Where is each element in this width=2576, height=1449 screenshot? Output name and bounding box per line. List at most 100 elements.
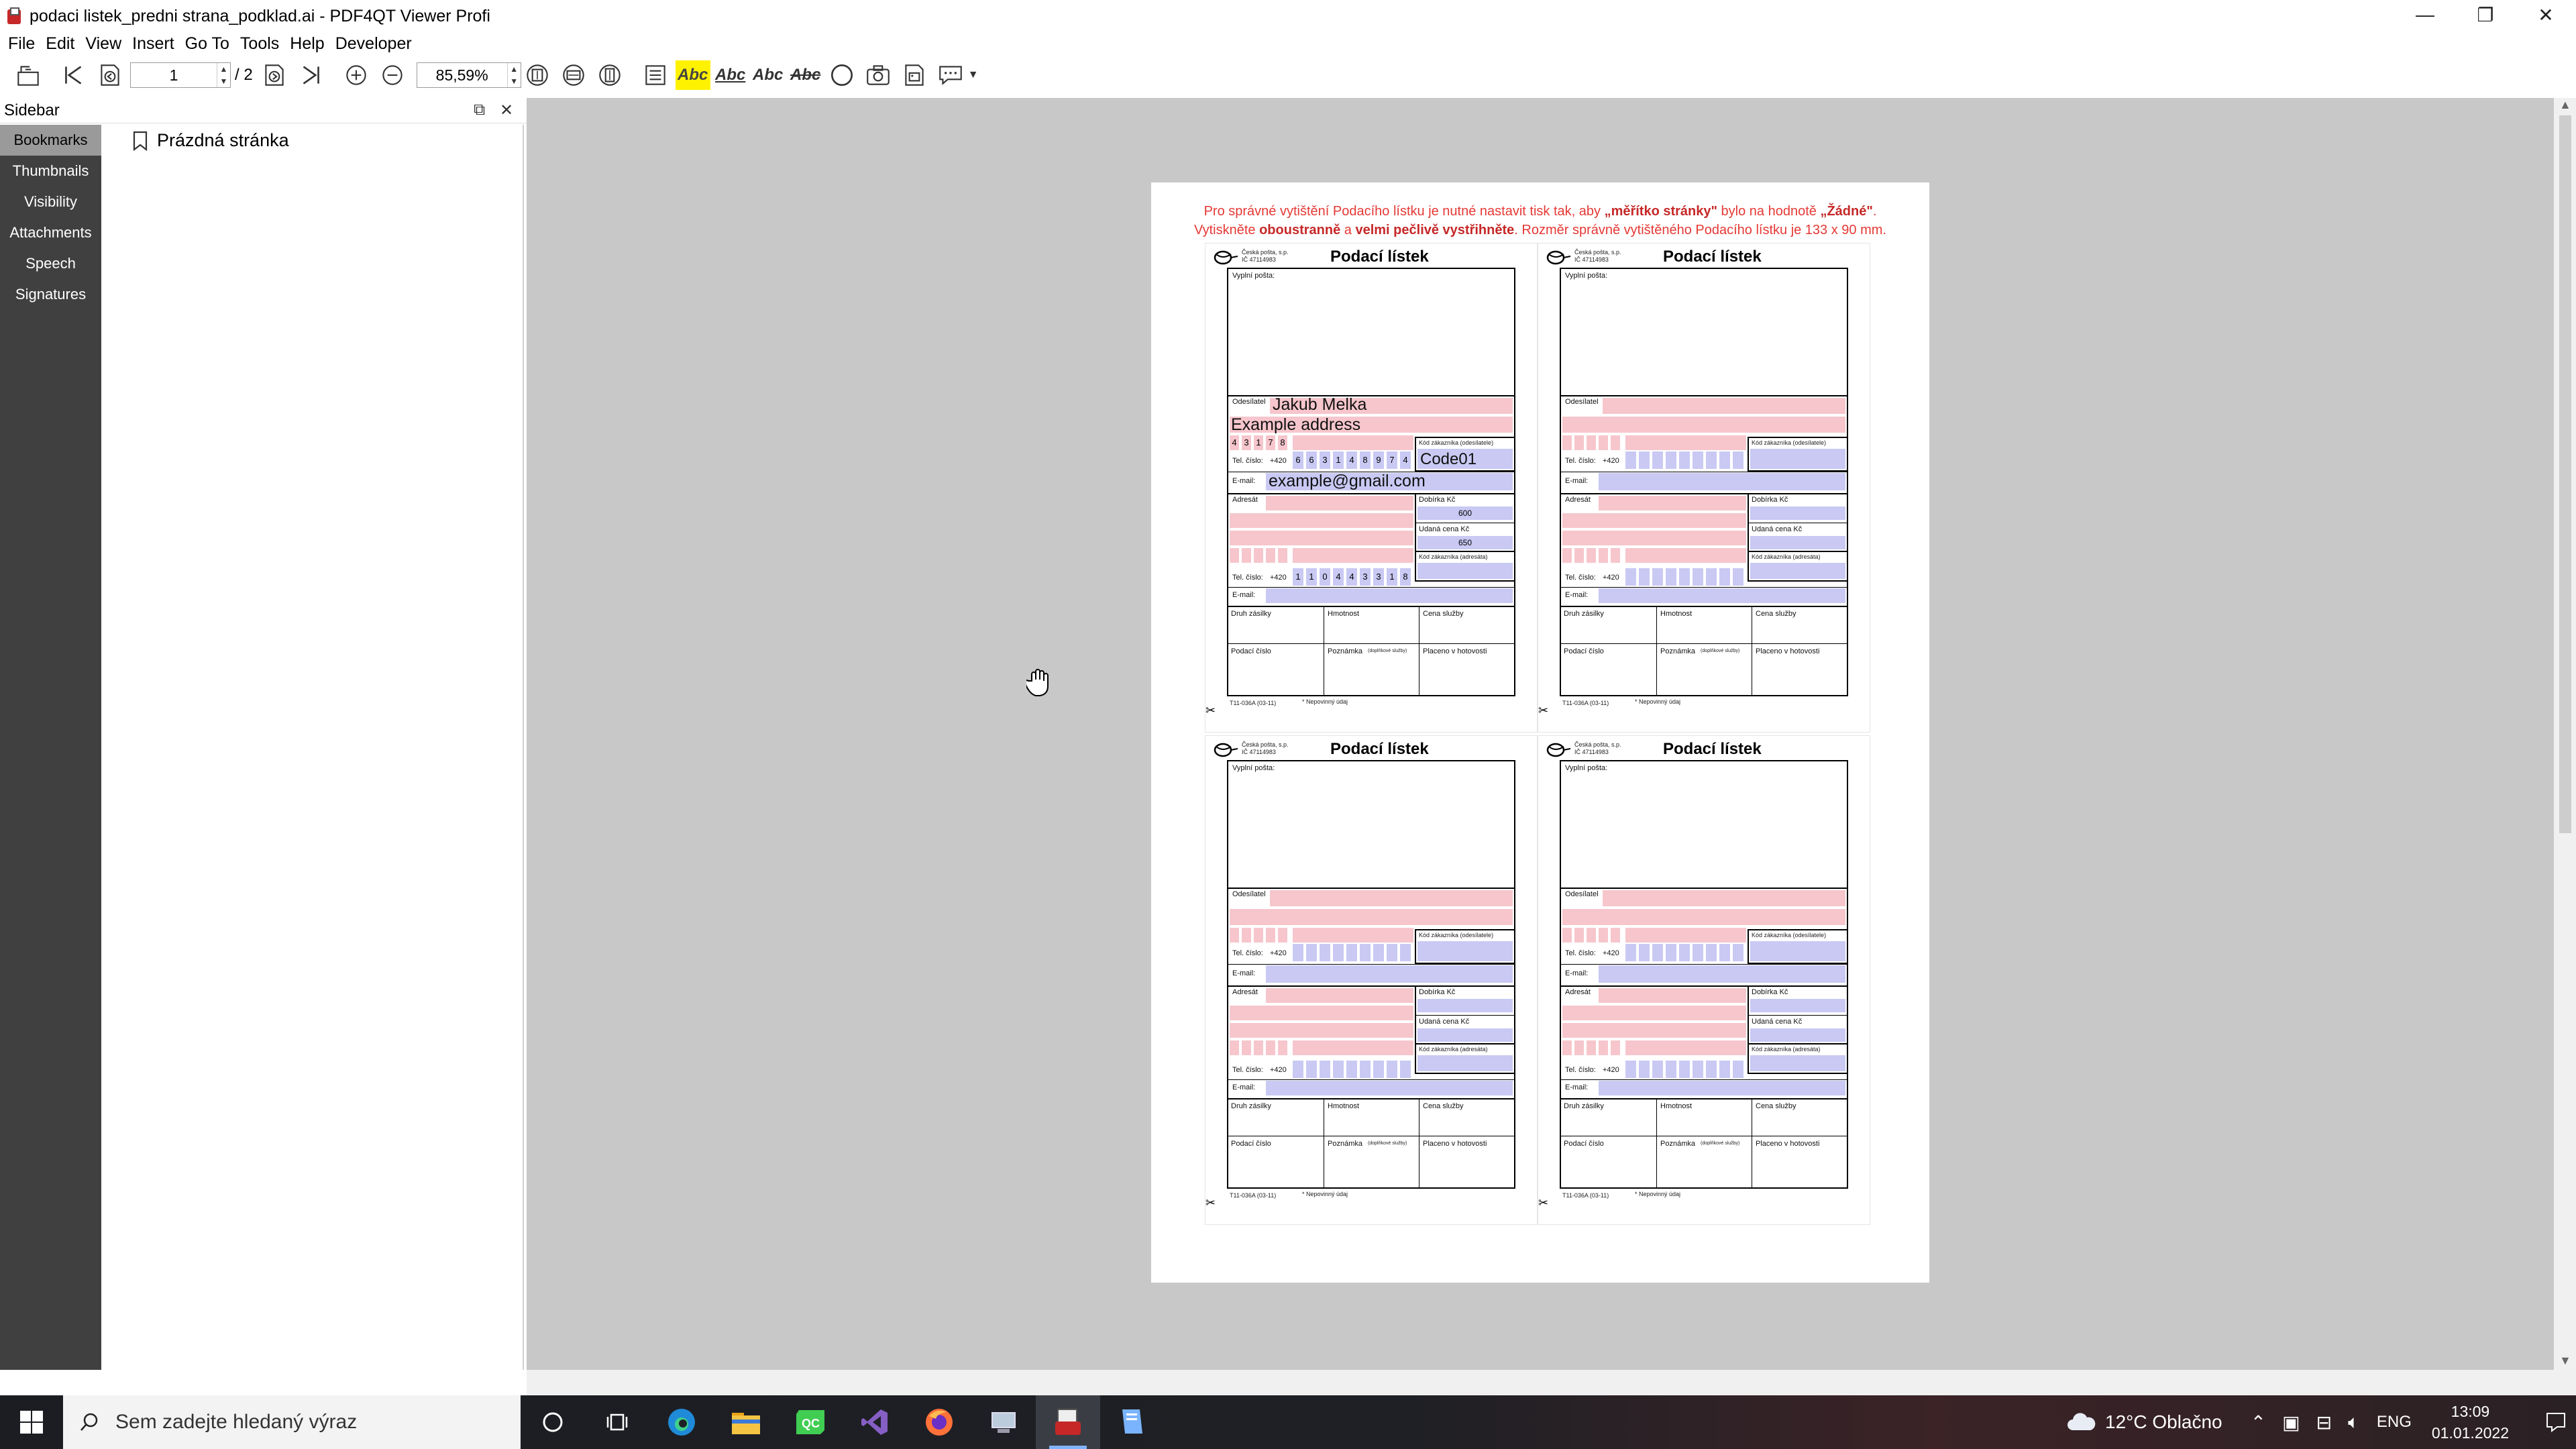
zoom-in-button[interactable]	[340, 59, 372, 91]
cortana-button[interactable]	[521, 1395, 585, 1449]
sender-phone-cell[interactable]	[1733, 451, 1745, 469]
sender-zip-cell[interactable]	[1599, 435, 1609, 450]
recipient-zip-cell[interactable]	[1587, 548, 1597, 563]
sender-phone-cell[interactable]	[1719, 944, 1731, 961]
recipient-zip-cell[interactable]	[1599, 548, 1609, 563]
recipient-phone-cell[interactable]	[1652, 568, 1664, 586]
volume-icon[interactable]: 🔈︎	[2348, 1411, 2359, 1434]
recipient-zip-cell[interactable]	[1574, 548, 1585, 563]
recipient-address2-field[interactable]	[1230, 531, 1413, 545]
open-file-button[interactable]	[12, 59, 44, 91]
start-button[interactable]	[0, 1395, 63, 1449]
sender-phone-cell[interactable]	[1666, 451, 1678, 469]
sender-phone-cell[interactable]	[1400, 944, 1412, 961]
recipient-zip-cell[interactable]	[1242, 548, 1252, 563]
chevron-up-icon[interactable]: ⌃	[2251, 1411, 2266, 1434]
recipient-city-field[interactable]	[1625, 1040, 1746, 1055]
sender-zip-cell[interactable]	[1574, 435, 1585, 450]
recipient-name-field[interactable]	[1266, 496, 1413, 511]
edge-button[interactable]	[649, 1395, 714, 1449]
recipient-phone-cell[interactable]	[1320, 1061, 1332, 1078]
sender-zip-cell[interactable]	[1562, 435, 1573, 450]
underline-text-button[interactable]: Abc	[713, 60, 748, 90]
recipient-phone-cell[interactable]	[1639, 568, 1651, 586]
clock[interactable]: 13:09 01.01.2022	[2432, 1401, 2509, 1444]
recipient-email-field[interactable]	[1599, 1081, 1845, 1095]
recipient-zip-cell[interactable]	[1254, 1040, 1265, 1055]
menu-edit[interactable]: Edit	[42, 34, 81, 54]
recipient-zip-cell[interactable]	[1230, 548, 1240, 563]
sender-phone-cell[interactable]: 6	[1306, 451, 1318, 469]
sender-email-field[interactable]	[1599, 965, 1845, 983]
notification-icon[interactable]	[2536, 1411, 2576, 1433]
sidebar-close-icon[interactable]: ✕	[500, 101, 513, 120]
sender-zip-cell[interactable]	[1278, 928, 1289, 943]
cod-field[interactable]	[1750, 999, 1845, 1012]
sender-phone-cell[interactable]: 4	[1400, 451, 1412, 469]
recipient-phone-cell[interactable]	[1639, 1061, 1651, 1078]
cod-field[interactable]: 600	[1417, 506, 1513, 520]
tab-attachments[interactable]: Attachments	[0, 217, 101, 248]
menu-insert[interactable]: Insert	[128, 34, 181, 54]
recipient-zip-cell[interactable]	[1266, 1040, 1277, 1055]
declared-value-field[interactable]: 650	[1417, 536, 1513, 549]
recipient-phone-cell[interactable]: 3	[1360, 568, 1372, 586]
recipient-phone-cell[interactable]	[1719, 568, 1731, 586]
sender-address-field[interactable]	[1230, 909, 1513, 925]
sender-phone-cell[interactable]	[1652, 451, 1664, 469]
undock-icon[interactable]: ⧉	[474, 101, 485, 119]
recipient-phone-cell[interactable]: 1	[1387, 568, 1399, 586]
sender-code-field[interactable]	[1417, 941, 1513, 961]
fit-page-button[interactable]	[521, 59, 553, 91]
recipient-zip-cell[interactable]	[1242, 1040, 1252, 1055]
notes-app-button[interactable]	[1100, 1395, 1165, 1449]
sender-phone-cell[interactable]	[1706, 944, 1718, 961]
recipient-zip-cell[interactable]	[1278, 548, 1289, 563]
recipient-city-field[interactable]	[1293, 548, 1413, 563]
sender-zip-cell[interactable]	[1254, 928, 1265, 943]
menu-view[interactable]: View	[81, 34, 128, 54]
page-spin-arrows[interactable]: ▲ ▼	[217, 63, 230, 87]
sender-phone-cell[interactable]	[1333, 944, 1345, 961]
recipient-city-field[interactable]	[1293, 1040, 1413, 1055]
network-icon[interactable]: ⊟	[2316, 1411, 2332, 1434]
bookmark-item[interactable]: Prázdná stránka	[131, 130, 289, 151]
page-number-input[interactable]: 1 ▲ ▼	[130, 62, 231, 88]
sender-phone-cell[interactable]	[1693, 944, 1705, 961]
sender-city-field[interactable]	[1625, 435, 1746, 450]
visual-studio-button[interactable]	[843, 1395, 907, 1449]
sender-zip-cell[interactable]: 1	[1254, 435, 1265, 450]
sender-name-field[interactable]	[1270, 890, 1513, 906]
sender-phone-cell[interactable]	[1293, 944, 1305, 961]
sender-phone-cell[interactable]	[1639, 944, 1651, 961]
sender-phone-cell[interactable]	[1306, 944, 1318, 961]
sender-phone-cell[interactable]: 3	[1320, 451, 1332, 469]
zoom-spin-arrows[interactable]: ▲ ▼	[506, 63, 521, 87]
menu-developer[interactable]: Developer	[331, 34, 419, 54]
sender-phone-cell[interactable]	[1346, 944, 1358, 961]
recipient-zip-cell[interactable]	[1562, 548, 1573, 563]
file-explorer-button[interactable]	[714, 1395, 778, 1449]
weather-widget[interactable]: 12°C Oblačno	[2066, 1411, 2222, 1433]
sender-zip-cell[interactable]	[1611, 928, 1621, 943]
recipient-zip-cell[interactable]	[1230, 1040, 1240, 1055]
vertical-scroll-thumb[interactable]	[2559, 115, 2571, 833]
sender-zip-cell[interactable]	[1587, 435, 1597, 450]
menu-tools[interactable]: Tools	[236, 34, 286, 54]
sender-phone-cell[interactable]	[1719, 451, 1731, 469]
next-page-button[interactable]	[258, 59, 290, 91]
recipient-zip-cell[interactable]	[1266, 548, 1277, 563]
firefox-button[interactable]	[907, 1395, 971, 1449]
sender-phone-cell[interactable]	[1652, 944, 1664, 961]
recipient-phone-cell[interactable]	[1693, 1061, 1705, 1078]
sender-zip-cell[interactable]: 4	[1230, 435, 1240, 450]
tab-speech[interactable]: Speech	[0, 248, 101, 279]
sender-phone-cell[interactable]	[1625, 451, 1638, 469]
horizontal-scrollbar[interactable]	[527, 1370, 2576, 1395]
zoom-out-button[interactable]	[376, 59, 409, 91]
recipient-zip-cell[interactable]	[1254, 548, 1265, 563]
declared-value-field[interactable]	[1750, 1028, 1845, 1042]
recipient-code-field[interactable]	[1417, 563, 1513, 579]
sender-zip-cell[interactable]	[1242, 928, 1252, 943]
comment-button[interactable]	[934, 59, 967, 91]
